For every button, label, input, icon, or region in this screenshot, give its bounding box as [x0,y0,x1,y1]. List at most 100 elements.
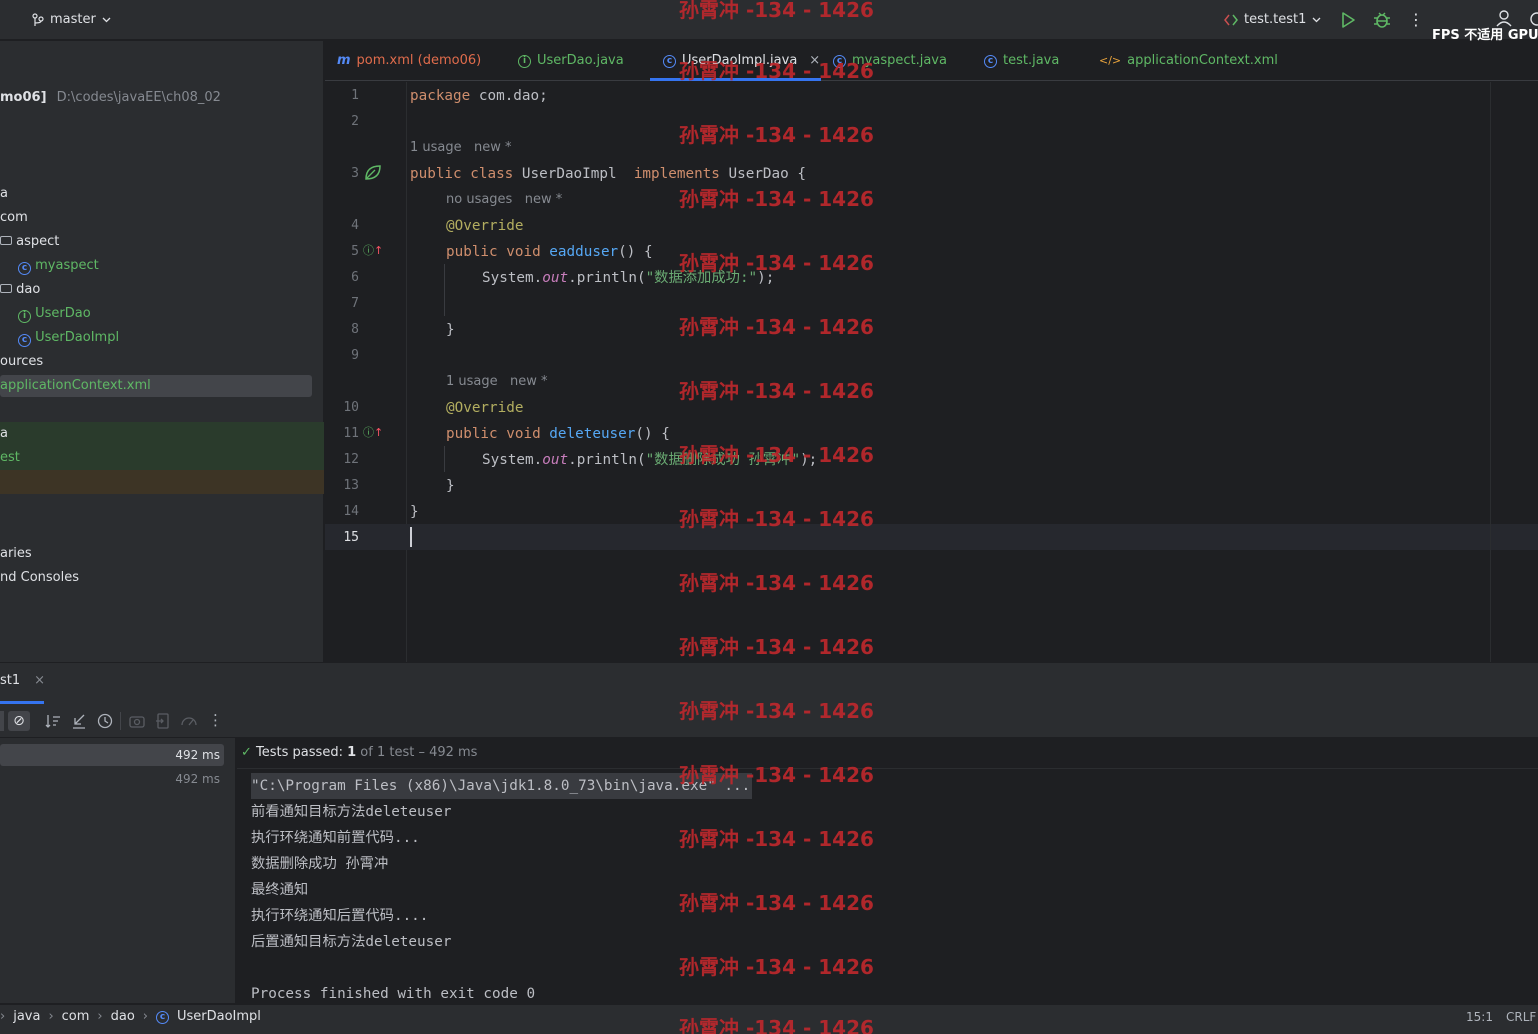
line-number: 7 [351,296,359,311]
run-configuration-selector[interactable]: test.test1 [1224,12,1321,27]
line-number: 9 [351,348,359,363]
code-line-10: @Override [446,400,524,416]
class-icon: c [663,54,676,68]
target-folder-highlight[interactable] [0,470,324,494]
export-icon[interactable] [154,712,172,730]
console-line: 后置通知目标方法deleteuser [251,934,452,950]
tree-item-applicationcontext[interactable]: applicationContext.xml [0,374,151,398]
breadcrumb-item[interactable]: com [62,1008,90,1026]
tree-item-userdao[interactable]: i UserDao [18,302,91,326]
maven-icon: m [337,53,351,68]
line-separator[interactable]: CRLF [1506,1008,1536,1026]
more-actions-icon[interactable]: ⋮ [208,711,223,729]
breadcrumb: › java › com › dao › c UserDaoImpl [0,1008,261,1026]
caret-position[interactable]: 15:1 [1466,1008,1493,1026]
usage-hint[interactable]: no usages new * [446,187,562,213]
vcs-branch-widget[interactable]: master [32,12,111,27]
debug-icon[interactable] [1372,10,1392,30]
text-caret [410,527,412,547]
console-line: 数据删除成功 孙霄冲 [251,856,389,872]
run-config-name: test.test1 [1244,12,1307,27]
toggle-passed-button[interactable] [0,711,4,731]
implements-method-icon[interactable]: ⓘ↑ [363,424,383,440]
indent-guide [444,446,445,472]
tree-item-external-libraries[interactable]: aries [0,542,32,566]
project-root-name: mo06] [0,90,47,105]
tab-pom-xml[interactable]: m pom.xml (demo06) [337,41,481,81]
class-icon: c [18,262,31,275]
tree-item-resources[interactable]: ources [0,350,43,374]
project-root-path: D:\codes\javaEE\ch08_02 [56,90,221,105]
tab-userdao[interactable]: i UserDao.java [518,41,624,81]
project-root[interactable]: mo06] D:\codes\javaEE\ch08_02 [0,86,221,110]
indent-guide [444,264,445,316]
tree-item-test[interactable]: est [0,446,20,470]
line-number: 15 [343,530,359,545]
tab-test[interactable]: c test.java [984,41,1059,81]
tree-item-dao[interactable]: dao [0,278,40,302]
usage-hint[interactable]: 1 usage new * [410,135,512,161]
breadcrumb-item[interactable]: dao [111,1008,135,1026]
code-line-4: @Override [446,218,524,234]
close-icon[interactable]: × [34,673,45,688]
line-number: 14 [343,504,359,519]
console-line: 执行环绕通知前置代码... [251,830,420,846]
code-line-12: System.out.println("数据删除成功 孙霄冲"); [482,452,818,468]
chevron-right-icon: › [0,1009,6,1024]
test-duration: 492 ms [175,748,220,762]
sort-icon[interactable] [44,712,62,730]
interface-icon: i [18,310,31,323]
chevron-down-icon [102,17,111,22]
tree-item-test-java[interactable]: a [0,422,8,446]
console-line: "C:\Program Files (x86)\Java\jdk1.8.0_73… [251,773,753,799]
coverage-icon[interactable] [180,712,198,730]
show-ignored-icon[interactable]: ⊘ [8,711,30,731]
test-duration: 492 ms [175,772,220,786]
tab-myaspect[interactable]: c myaspect.java [833,41,947,81]
run-tab[interactable]: st1 × [0,673,45,688]
search-everywhere-icon[interactable] [1528,10,1538,28]
tree-item-userdaoimpl[interactable]: c UserDaoImpl [18,326,119,350]
console-line: 执行环绕通知后置代码.... [251,908,429,924]
line-number: 6 [351,270,359,285]
breadcrumb-item[interactable]: UserDaoImpl [177,1008,261,1026]
tree-item-aspect[interactable]: aspect [0,230,59,254]
chevron-right-icon: › [48,1009,54,1024]
spring-bean-icon[interactable] [363,164,383,182]
camera-icon[interactable] [128,712,146,730]
line-number: 5 [351,244,359,259]
code-line-14: } [410,504,419,520]
user-icon[interactable] [1494,8,1514,28]
history-icon[interactable] [96,712,114,730]
code-line-1: package com.dao; [410,88,548,104]
run-tool-window-header [0,662,1538,704]
tab-userdaoimpl[interactable]: c UserDaoImpl.java × [663,41,820,81]
class-icon: c [984,54,997,68]
line-number: 10 [343,400,359,415]
tree-item-scratches[interactable]: nd Consoles [0,566,79,590]
chevron-right-icon: › [142,1009,148,1024]
run-icon[interactable] [1338,10,1358,30]
line-number: 11 [343,426,359,441]
usage-hint[interactable]: 1 usage new * [446,369,548,395]
test-config-icon [1224,14,1238,25]
right-margin-guide [1490,82,1491,662]
tree-item-com[interactable]: com [0,206,28,230]
collapse-icon[interactable] [70,712,88,730]
line-number: 1 [351,88,359,103]
branch-name: master [50,12,96,27]
code-line-8: } [446,322,455,338]
tree-item-java[interactable]: a [0,182,8,206]
breadcrumb-item[interactable]: java [13,1008,40,1026]
more-actions-icon[interactable]: ⋮ [1408,10,1424,30]
run-toolbar [0,704,1538,738]
toolbar-separator [120,712,121,730]
code-line-5: public void eadduser() { [446,244,653,260]
chevron-down-icon [1312,17,1321,22]
tree-item-myaspect[interactable]: c myaspect [18,254,99,278]
tab-applicationcontext[interactable]: </> applicationContext.xml [1099,41,1278,81]
console-divider [237,768,1538,769]
close-icon[interactable]: × [809,41,820,81]
line-number: 3 [351,166,359,181]
implements-method-icon[interactable]: ⓘ↑ [363,242,383,258]
